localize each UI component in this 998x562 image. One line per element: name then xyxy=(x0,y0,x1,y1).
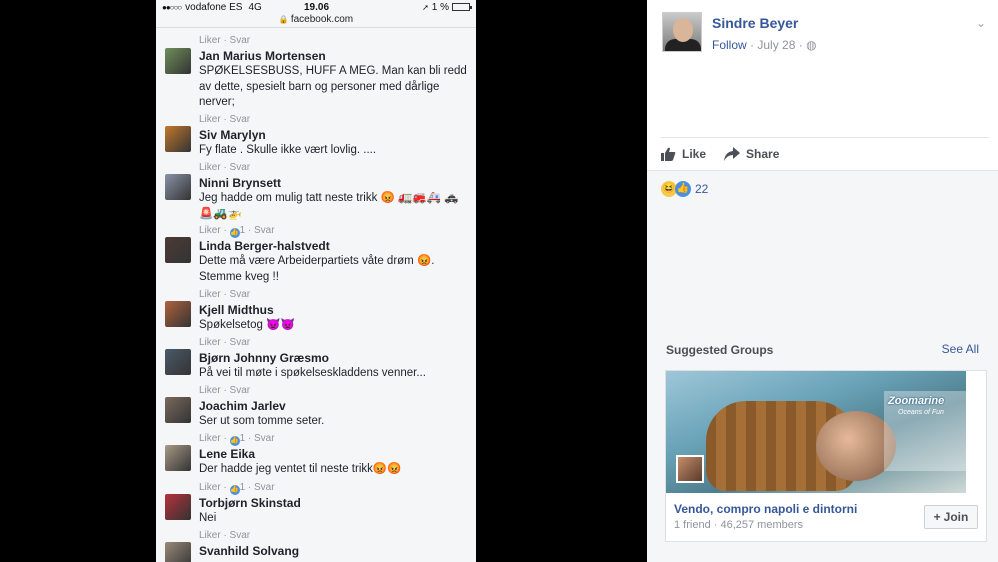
lock-icon: 🔒 xyxy=(278,15,289,24)
comment-actions[interactable]: Liker · 👍1 · Svar xyxy=(199,433,275,446)
avatar[interactable] xyxy=(165,494,191,520)
group-logo-subtext: Oceans of Fun xyxy=(898,409,944,416)
globe-icon: ◍ xyxy=(806,38,817,52)
phone-screenshot: ●●○○○ vodafone ES 4G 19.06 ➚ 1 % 🔒 facebo… xyxy=(156,0,476,562)
post-card: Sindre Beyer Follow · July 28 · ◍ ⌄ Like… xyxy=(647,0,998,170)
avatar[interactable] xyxy=(165,301,191,327)
comment-actions[interactable]: Liker · Svar xyxy=(199,337,250,348)
comment-text: Jeg hadde om mulig tatt neste trikk 😡 🚛🚒… xyxy=(199,192,459,220)
like-icon: 👍 xyxy=(229,485,240,495)
battery-icon xyxy=(452,3,472,11)
post-author-name[interactable]: Sindre Beyer xyxy=(712,15,798,31)
comment-author[interactable]: Bjørn Johnny Græsmo xyxy=(199,351,329,365)
comment-author[interactable]: Jan Marius Mortensen xyxy=(199,49,326,63)
comment-text: Fy flate . Skulle ikke vært lovlig. .... xyxy=(199,144,377,156)
plus-icon: + xyxy=(933,510,941,524)
suggested-group-card: Zoomarine Oceans of Fun Vendo, compro na… xyxy=(665,370,987,542)
comment-text: På vei til møte i spøkelseskladdens venn… xyxy=(199,367,426,379)
group-name[interactable]: Vendo, compro napoli e dintorni xyxy=(674,502,857,516)
battery-percent: 1 % xyxy=(431,1,449,13)
post-meta: Follow · July 28 · ◍ xyxy=(712,38,817,52)
post-actions: Like Share xyxy=(661,137,989,170)
comment-actions[interactable]: Liker · Svar xyxy=(199,162,250,173)
group-meta: 1 friend · 46,257 members xyxy=(674,519,804,531)
avatar[interactable] xyxy=(662,12,702,52)
meta-suffix: · Svar xyxy=(245,225,275,236)
comment-author[interactable]: Linda Berger-halstvedt xyxy=(199,239,330,253)
chevron-down-icon[interactable]: ⌄ xyxy=(976,16,986,30)
comment-actions[interactable]: Liker · Svar xyxy=(199,385,250,396)
location-icon: ➚ xyxy=(422,2,429,12)
comment-text: Der hadde jeg ventet til neste trikk😡😡 xyxy=(199,463,402,475)
group-logo-text: Zoomarine xyxy=(888,395,945,407)
comment-author[interactable]: Lene Eika xyxy=(199,447,255,461)
see-all-link[interactable]: See All xyxy=(942,342,979,356)
meta-suffix: · Svar xyxy=(245,433,275,444)
avatar[interactable] xyxy=(165,237,191,263)
suggested-groups-heading: Suggested Groups xyxy=(666,343,774,357)
comment-author[interactable]: Joachim Jarlev xyxy=(199,399,286,413)
meta-prefix: Liker · xyxy=(199,225,230,236)
post-date[interactable]: July 28 xyxy=(757,38,795,52)
avatar[interactable] xyxy=(165,174,191,200)
meta-suffix: · Svar xyxy=(245,482,275,493)
meta-prefix: Liker · xyxy=(199,482,230,493)
comment-actions[interactable]: Liker · Svar xyxy=(199,530,250,541)
comment-author[interactable]: Svanhild Solvang xyxy=(199,544,299,558)
avatar[interactable] xyxy=(165,349,191,375)
reaction-count: 22 xyxy=(695,181,709,196)
join-button[interactable]: + Join xyxy=(924,505,978,529)
comment-actions[interactable]: Liker · 👍1 · Svar xyxy=(199,225,275,238)
comment-text: Ser ut som tomme seter. xyxy=(199,415,325,427)
carrier-name: vodafone ES xyxy=(185,1,243,13)
comment-text: Spøkelsetog 👿👿 xyxy=(199,319,295,331)
reaction-summary[interactable]: 😆 👍 22 xyxy=(647,170,998,206)
comment-author[interactable]: Torbjørn Skinstad xyxy=(199,496,301,510)
thumbs-up-icon xyxy=(661,147,676,161)
signal-strength: ●●○○○ xyxy=(162,2,182,12)
comment-text: SPØKELSESBUSS, HUFF A MEG. Man kan bli r… xyxy=(199,65,467,108)
url-text: facebook.com xyxy=(290,14,354,25)
avatar[interactable] xyxy=(165,542,191,562)
meta-separator: · xyxy=(746,38,758,52)
screenshot-stage: ●●○○○ vodafone ES 4G 19.06 ➚ 1 % 🔒 facebo… xyxy=(0,0,998,562)
status-right: ➚ 1 % xyxy=(422,1,472,13)
meta-separator: · xyxy=(795,38,807,52)
comment-author[interactable]: Kjell Midthus xyxy=(199,303,274,317)
comment-actions[interactable]: Liker · 👍1 · Svar xyxy=(199,482,275,495)
share-arrow-icon xyxy=(724,147,741,161)
comment-actions[interactable]: Liker · Svar xyxy=(199,289,250,300)
avatar[interactable] xyxy=(165,397,191,423)
comment-text: Nei xyxy=(199,512,217,524)
comment-author[interactable]: Ninni Brynsett xyxy=(199,176,281,190)
comment-author[interactable]: Siv Marylyn xyxy=(199,128,266,142)
share-label: Share xyxy=(746,147,780,161)
join-label: Join xyxy=(943,510,969,524)
like-button[interactable]: Like xyxy=(661,147,706,161)
like-icon: 👍 xyxy=(229,436,240,446)
avatar[interactable] xyxy=(165,126,191,152)
avatar[interactable] xyxy=(165,445,191,471)
comment-text: Dette må være Arbeiderpartiets våte drøm… xyxy=(199,255,435,283)
status-time: 19.06 xyxy=(304,1,330,13)
group-cover-image[interactable]: Zoomarine Oceans of Fun xyxy=(666,371,966,493)
browser-url-bar[interactable]: 🔒 facebook.com xyxy=(156,14,476,28)
facebook-post-panel: Sindre Beyer Follow · July 28 · ◍ ⌄ Like… xyxy=(647,0,998,562)
network-type: 4G xyxy=(248,1,262,13)
like-label: Like xyxy=(682,147,707,161)
group-thumbnail xyxy=(676,455,704,483)
like-reaction-icon: 👍 xyxy=(675,180,691,197)
like-icon: 👍 xyxy=(229,228,240,238)
comment-actions[interactable]: Liker · Svar xyxy=(199,35,250,46)
share-button[interactable]: Share xyxy=(724,147,779,161)
avatar[interactable] xyxy=(165,48,191,74)
phone-status-bar: ●●○○○ vodafone ES 4G 19.06 ➚ 1 % xyxy=(156,0,476,14)
comment-actions[interactable]: Liker · Svar xyxy=(199,114,250,125)
meta-prefix: Liker · xyxy=(199,433,230,444)
follow-link[interactable]: Follow xyxy=(712,38,747,52)
